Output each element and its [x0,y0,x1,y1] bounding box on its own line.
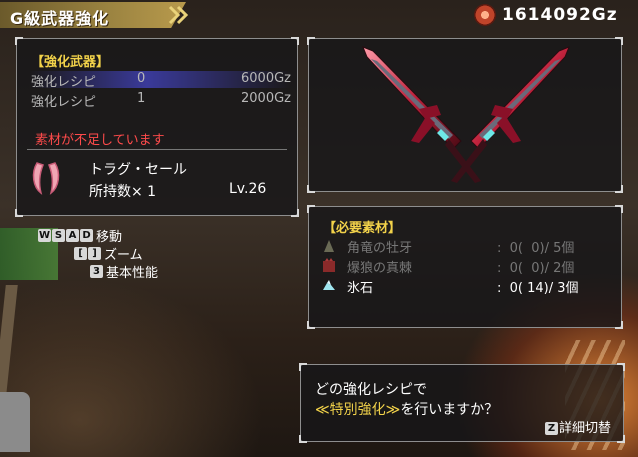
background-stone [0,392,30,452]
recipe-name: 強化レシピ [31,95,97,110]
recipe-option-1[interactable]: 強化レシピ 1 2000Gz [29,91,291,110]
control-stats-label: 基本性能 [106,266,159,281]
recipe-option-0[interactable]: 強化レシピ 0 6000Gz [29,71,291,90]
dialog-line-2-rest: を行いますか？ [400,402,499,418]
money-display: 1614092Gz [474,4,634,28]
key-a: A [66,229,79,242]
detail-toggle-label: 詳細切替 [558,421,611,436]
key-w: W [38,229,51,242]
divider [27,149,287,150]
confirm-dialog: どの強化レシピで ≪特別強化≫を行いますか？ Z 詳細切替 [299,363,625,443]
recipe-price: 6000Gz [241,71,291,86]
dialog-line-1: どの強化レシピで [315,382,427,398]
key-s: S [52,229,65,242]
material-name: トラグ・セール [89,162,187,178]
required-item: 氷石 : 0( 14)/ 3個 [319,277,611,296]
special-upgrade-highlight: ≪特別強化≫ [315,402,401,418]
detail-toggle-button[interactable]: Z 詳細切替 [544,417,611,436]
required-item-quantity: : 0( 0)/ 2個 [497,261,575,276]
key-bracket-left: [ [74,247,87,260]
key-bracket-right: ] [88,247,101,260]
claw-material-icon [32,162,60,195]
dual-blades-icon [362,46,570,183]
control-stats: 3 基本性能 [90,262,159,281]
recipe-index: 1 [137,91,146,106]
recipe-price: 2000Gz [241,91,291,106]
recipe-index: 0 [137,71,146,86]
required-item-name: 角竜の牡牙 [347,241,413,256]
required-item-name: 爆狼の真棘 [347,261,413,276]
required-item-quantity: : 0( 14)/ 3個 [497,281,579,296]
insufficient-materials-warning: 素材が不足しています [35,133,165,148]
key-3: 3 [90,265,103,278]
recipe-name: 強化レシピ [31,75,97,90]
zenny-icon [474,4,496,26]
control-move: W S A D 移動 [38,226,123,245]
key-d: D [80,229,93,242]
page-title: G級武器強化 [10,9,110,28]
title-bar: G級武器強化 [0,2,186,28]
required-item-name: 氷石 [347,281,374,296]
weapon-preview-panel [307,37,623,193]
money-value: 1614092Gz [502,5,618,25]
required-item: 角竜の牡牙 : 0( 0)/ 5個 [319,237,611,256]
control-move-label: 移動 [96,230,123,245]
material-owned: 所持数× 1 [89,184,157,200]
horn-icon [324,240,334,252]
spike-icon [323,258,335,272]
material-level: Lv.26 [229,181,267,197]
upgrade-weapon-label: 【強化武器】 [31,55,110,70]
required-materials-panel: 【必要素材】 角竜の牡牙 : 0( 0)/ 5個 爆狼の真棘 : 0( 0)/ … [307,205,623,329]
title-arrows-icon [168,5,189,25]
ice-stone-icon [323,280,335,290]
required-item-quantity: : 0( 0)/ 5個 [497,241,575,256]
required-item: 爆狼の真棘 : 0( 0)/ 2個 [319,257,611,276]
upgrade-weapon-panel: 【強化武器】 強化レシピ 0 6000Gz 強化レシピ 1 2000Gz 素材が… [15,37,299,217]
control-zoom: [] ズーム [74,244,143,263]
control-zoom-label: ズーム [104,248,143,263]
controls-legend: W S A D 移動 [] ズーム 3 基本性能 [38,226,238,286]
dialog-line-2: ≪特別強化≫を行いますか？ [315,399,498,419]
required-materials-label: 【必要素材】 [323,221,402,236]
key-z: Z [544,422,558,435]
